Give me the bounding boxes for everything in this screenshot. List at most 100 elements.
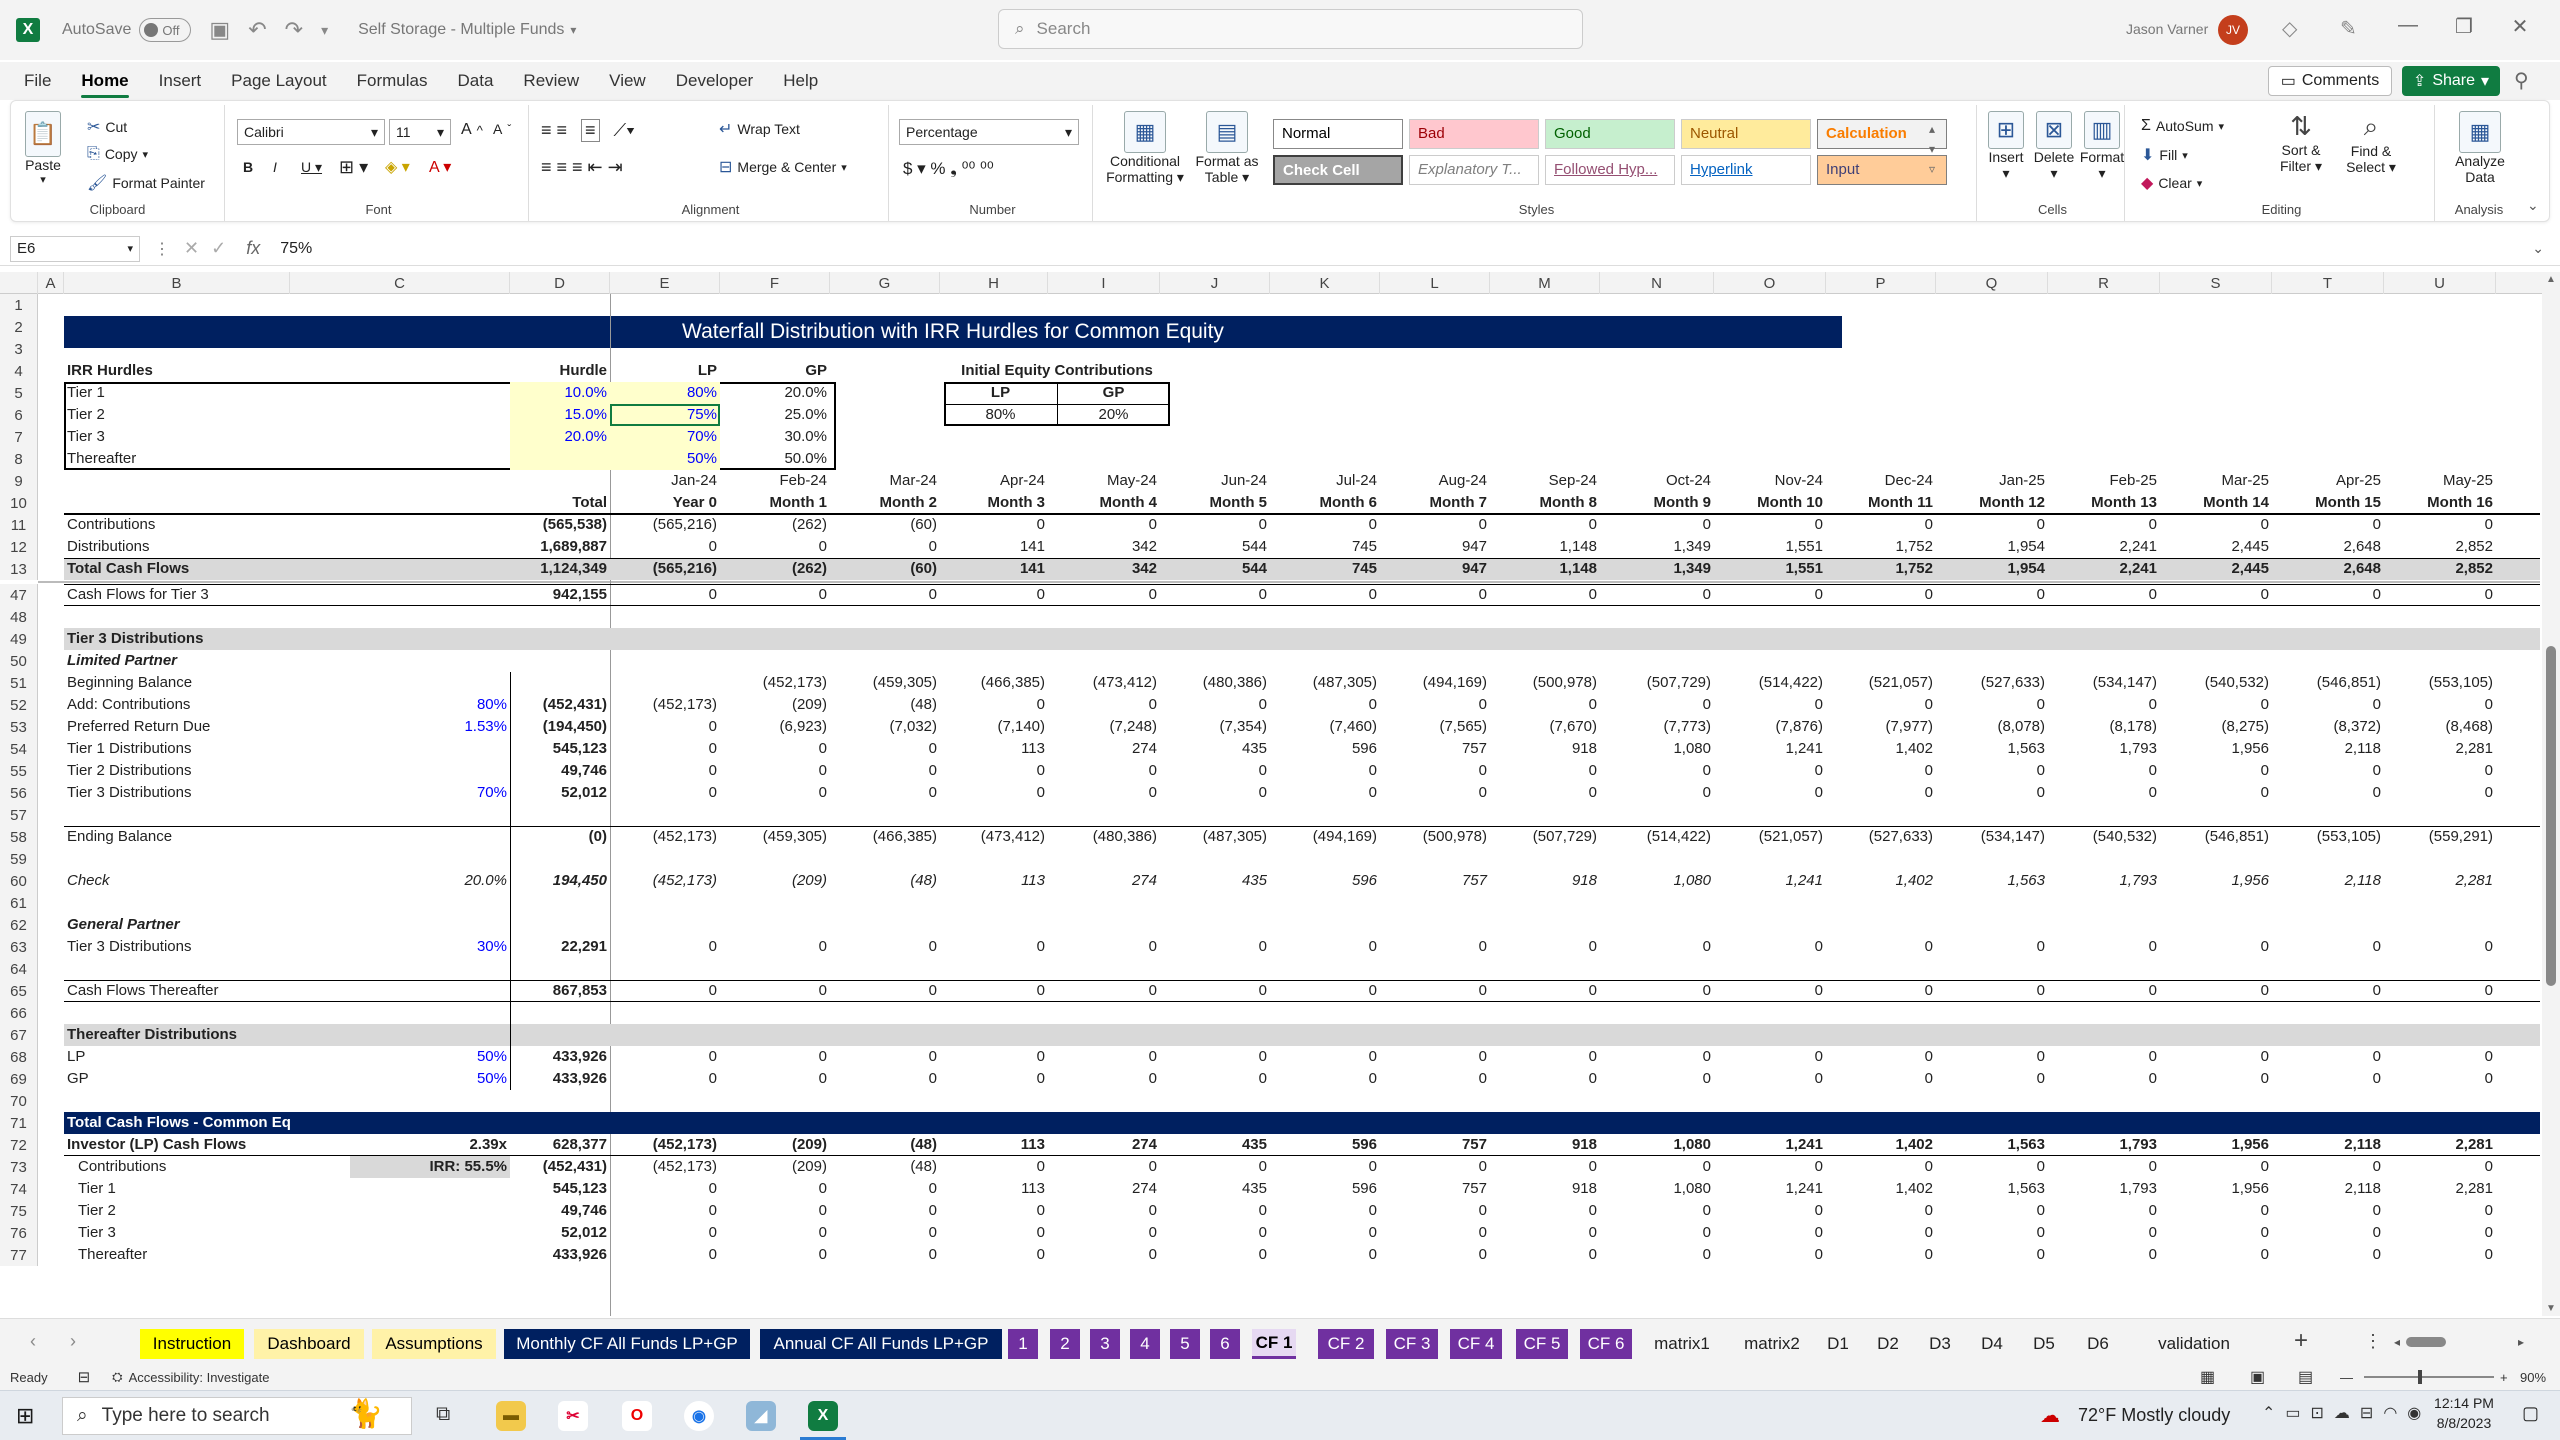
weather-text[interactable]: 72°F Mostly cloudy — [2078, 1405, 2230, 1426]
row-number[interactable]: 6 — [0, 404, 38, 426]
row-value[interactable]: 0 — [830, 1068, 940, 1090]
row-value[interactable]: 745 — [1270, 536, 1380, 558]
period-header[interactable]: Month 2 — [830, 492, 940, 514]
row-number[interactable]: 5 — [0, 382, 38, 404]
row-value[interactable]: 0 — [610, 1200, 720, 1222]
fill-color-icon[interactable]: ◈ ▾ — [385, 157, 410, 177]
avatar[interactable]: JV — [2218, 15, 2248, 45]
user-name[interactable]: Jason Varner — [2126, 21, 2208, 37]
row-value[interactable]: 0 — [1380, 760, 1490, 782]
row-value[interactable]: 2,118 — [2272, 1134, 2384, 1156]
row-value[interactable]: 0 — [720, 738, 830, 760]
font-color-icon[interactable]: A ▾ — [429, 157, 451, 177]
row-number[interactable]: 68 — [0, 1046, 38, 1068]
row-value[interactable]: 0 — [2160, 1068, 2272, 1090]
hurdle-tier-label[interactable]: Thereafter — [64, 448, 290, 470]
scroll-thumb[interactable] — [2546, 646, 2556, 986]
row-number[interactable]: 13 — [0, 558, 38, 580]
row-value[interactable]: (553,105) — [2384, 672, 2496, 694]
row-value[interactable]: 0 — [1490, 936, 1600, 958]
row-value[interactable]: 0 — [940, 760, 1048, 782]
row-number[interactable]: 12 — [0, 536, 38, 558]
menu-tab-page-layout[interactable]: Page Layout — [231, 62, 326, 100]
row-value[interactable]: (546,851) — [2272, 672, 2384, 694]
row-value[interactable]: 0 — [2160, 980, 2272, 1002]
row-value[interactable]: 0 — [2048, 694, 2160, 716]
row-number[interactable]: 69 — [0, 1068, 38, 1090]
row-value[interactable]: 0 — [2272, 1244, 2384, 1266]
row-label[interactable]: Investor (LP) Cash Flows — [64, 1134, 290, 1156]
date-header[interactable]: Mar-24 — [830, 470, 940, 492]
row-value[interactable]: (553,105) — [2272, 826, 2384, 848]
row-label[interactable]: Preferred Return Due — [64, 716, 290, 738]
date-header[interactable]: Apr-25 — [2272, 470, 2384, 492]
wrap-text-button[interactable]: ↵ Wrap Text — [719, 119, 800, 139]
task-view-icon[interactable]: ⧉ — [436, 1403, 450, 1426]
row-value[interactable]: 0 — [1490, 760, 1600, 782]
row-value[interactable]: 0 — [1270, 980, 1380, 1002]
row-value[interactable]: 0 — [1936, 584, 2048, 606]
row-value[interactable]: 0 — [1826, 1156, 1936, 1178]
row-value[interactable]: 0 — [2272, 514, 2384, 536]
row-value[interactable]: 0 — [1714, 1200, 1826, 1222]
period-header[interactable]: Month 10 — [1714, 492, 1826, 514]
row-number[interactable]: 54 — [0, 738, 38, 760]
row-value[interactable]: 1,241 — [1714, 738, 1826, 760]
period-header[interactable]: Month 13 — [2048, 492, 2160, 514]
row-value[interactable]: 0 — [610, 1222, 720, 1244]
row-value[interactable]: 113 — [940, 738, 1048, 760]
row-value[interactable]: 0 — [1160, 936, 1270, 958]
horizontal-scrollbar[interactable]: ◂ ▸ — [2394, 1335, 2524, 1349]
row-value[interactable]: 0 — [720, 1200, 830, 1222]
row-value[interactable]: (521,057) — [1714, 826, 1826, 848]
redo-icon[interactable]: ↷ — [285, 17, 303, 43]
find-select-button[interactable]: ⌕ Find & Select ▾ — [2339, 111, 2403, 176]
row-param[interactable]: 1.53% — [290, 716, 510, 738]
row-value[interactable]: 0 — [1380, 1222, 1490, 1244]
row-value[interactable]: 0 — [2160, 760, 2272, 782]
row-value[interactable]: 2,648 — [2272, 536, 2384, 558]
row-value[interactable]: 0 — [2384, 782, 2496, 804]
row-value[interactable]: 1,563 — [1936, 738, 2048, 760]
row-value[interactable]: (452,173) — [610, 870, 720, 892]
format-painter-button[interactable]: 🖌 Format Painter — [87, 173, 205, 193]
column-header-f[interactable]: F — [720, 272, 830, 294]
row-value[interactable]: 0 — [2384, 1222, 2496, 1244]
diamond-icon[interactable]: ◇ — [2282, 16, 2297, 41]
row-number[interactable]: 72 — [0, 1134, 38, 1156]
row-value[interactable]: 544 — [1160, 536, 1270, 558]
row-value[interactable]: (7,876) — [1714, 716, 1826, 738]
row-value[interactable]: 0 — [1160, 1068, 1270, 1090]
row-value[interactable]: 0 — [720, 584, 830, 606]
initial-equity-value[interactable]: 80% — [944, 404, 1057, 426]
row-value[interactable]: 0 — [1826, 584, 1936, 606]
row-value[interactable]: 0 — [610, 760, 720, 782]
row-label[interactable]: Tier 1 Distributions — [64, 738, 290, 760]
row-param[interactable]: 30% — [290, 936, 510, 958]
row-value[interactable]: 0 — [1490, 1156, 1600, 1178]
row-value[interactable]: 0 — [1826, 694, 1936, 716]
period-header[interactable]: Month 14 — [2160, 492, 2272, 514]
gp-header[interactable]: GP — [720, 360, 830, 382]
row-value[interactable]: 0 — [830, 1244, 940, 1266]
row-value[interactable]: 1,349 — [1600, 536, 1714, 558]
row-label[interactable]: Cash Flows for Tier 3 — [64, 584, 290, 606]
row-value[interactable]: (209) — [720, 694, 830, 716]
row-value[interactable]: 0 — [830, 584, 940, 606]
hurdle-gp-split[interactable]: 30.0% — [720, 426, 830, 448]
select-all-corner[interactable] — [0, 272, 38, 294]
row-value[interactable]: 0 — [2048, 782, 2160, 804]
row-label[interactable]: Tier 2 — [64, 1200, 290, 1222]
date-header[interactable]: Sep-24 — [1490, 470, 1600, 492]
row-value[interactable]: 0 — [830, 760, 940, 782]
vertical-align-icons[interactable]: ≡ ≡ ≡ ⟋▾ — [541, 119, 635, 142]
row-number[interactable]: 71 — [0, 1112, 38, 1134]
row-value[interactable]: 0 — [1600, 1156, 1714, 1178]
row-value[interactable]: (8,178) — [2048, 716, 2160, 738]
row-value[interactable]: 0 — [1936, 1156, 2048, 1178]
column-header-j[interactable]: J — [1160, 272, 1270, 294]
row-label[interactable]: Contributions — [64, 1156, 290, 1178]
row-value[interactable]: 0 — [1600, 936, 1714, 958]
row-value[interactable]: (466,385) — [940, 672, 1048, 694]
row-value[interactable]: (452,173) — [610, 826, 720, 848]
